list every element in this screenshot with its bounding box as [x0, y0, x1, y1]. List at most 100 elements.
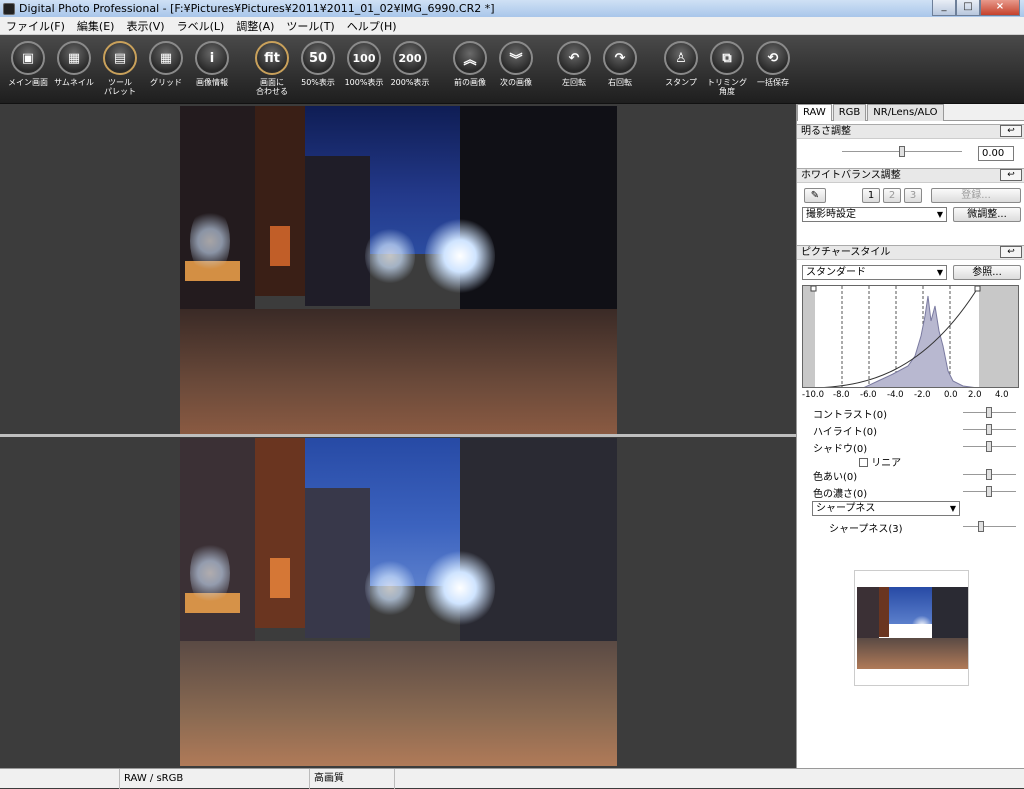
wb-mode-select[interactable]: 撮影時設定 ▼ [802, 207, 947, 222]
thumbnail-label: サムネイル [54, 78, 94, 87]
wb-slot-1-button[interactable]: 1 [862, 188, 880, 203]
highlight-slider[interactable] [963, 424, 1016, 435]
trim-angle-button[interactable]: ⧉ トリミング 角度 [701, 41, 753, 96]
chevron-down-icon: ▼ [936, 268, 943, 277]
stamp-label: スタンプ [665, 78, 697, 87]
zoom-50-icon: 50 [301, 41, 335, 75]
shadow-slider-thumb[interactable] [986, 441, 992, 452]
fit-icon: fit [255, 41, 289, 75]
white-balance-reset-button[interactable]: ↩ [1000, 169, 1022, 181]
batch-save-icon: ⟲ [756, 41, 790, 75]
saturation-slider-thumb[interactable] [986, 486, 992, 497]
eyedropper-button[interactable]: ✎ [804, 188, 826, 203]
maximize-button[interactable]: □ [956, 0, 980, 16]
building-right [460, 438, 617, 658]
menu-help[interactable]: ヘルプ(H) [341, 18, 403, 34]
picture-style-select[interactable]: スタンダード ▼ [802, 265, 947, 280]
wb-slot-3-button[interactable]: 3 [904, 188, 922, 203]
brightness-reset-button[interactable]: ↩ [1000, 125, 1022, 137]
menu-edit[interactable]: 編集(E) [71, 18, 121, 34]
adjusted-photo [180, 438, 617, 766]
tab-rgb[interactable]: RGB [832, 104, 867, 121]
tree-lights [365, 558, 415, 618]
contrast-slider[interactable] [963, 407, 1016, 418]
highlight-clip-area [979, 286, 1018, 387]
contrast-slider-thumb[interactable] [986, 407, 992, 418]
menu-tools[interactable]: ツール(T) [280, 18, 340, 34]
building-right [932, 587, 968, 645]
tree-lights [425, 216, 495, 296]
picture-style-browse-button[interactable]: 参照... [953, 265, 1021, 280]
menu-bar: ファイル(F) 編集(E) 表示(V) ラベル(L) 調整(A) ツール(T) … [0, 17, 1024, 35]
batch-save-button[interactable]: ⟲ 一括保存 [747, 41, 799, 87]
tab-raw[interactable]: RAW [797, 104, 832, 121]
tool-palette-icon: ▤ [103, 41, 137, 75]
navigator-preview[interactable] [854, 570, 969, 686]
menu-view[interactable]: 表示(V) [120, 18, 170, 34]
sharpness-slider-thumb[interactable] [978, 521, 984, 532]
wb-slot-2-button[interactable]: 2 [883, 188, 901, 203]
menu-file[interactable]: ファイル(F) [0, 18, 71, 34]
picture-style-reset-button[interactable]: ↩ [1000, 246, 1022, 258]
building-center [305, 488, 370, 638]
building-mid [255, 438, 305, 628]
saturation-slider[interactable] [963, 486, 1016, 497]
picture-style-value: スタンダード [806, 267, 866, 278]
menu-adjust[interactable]: 調整(A) [230, 18, 280, 34]
linear-checkbox[interactable] [859, 458, 868, 467]
sharpness-mode-select[interactable]: シャープネス ▼ [812, 501, 960, 516]
window-controls: _ □ × [932, 0, 1020, 16]
wb-register-button[interactable]: 登録... [931, 188, 1021, 203]
main-window-button[interactable]: ▣ メイン画面 [2, 41, 54, 87]
rotate-right-icon: ↷ [603, 41, 637, 75]
curve-handle-shadow[interactable] [810, 286, 817, 292]
building-mid [879, 587, 889, 637]
color-tone-slider-thumb[interactable] [986, 469, 992, 480]
tone-curve-histogram[interactable] [802, 285, 1019, 388]
menu-label[interactable]: ラベル(L) [171, 18, 231, 34]
close-button[interactable]: × [980, 0, 1020, 16]
shop-light [270, 558, 290, 598]
histogram-tick: -2.0 [914, 390, 931, 400]
fit-to-screen-button[interactable]: fit 画面に 合わせる [246, 41, 298, 96]
split-divider[interactable] [0, 434, 796, 437]
stamp-button[interactable]: ♙ スタンプ [655, 41, 707, 87]
thumbnail-button[interactable]: ▦ サムネイル [48, 41, 100, 87]
zoom-100-button[interactable]: 100 100%表示 [338, 41, 390, 87]
brightness-slider-thumb[interactable] [899, 146, 905, 157]
rotate-right-button[interactable]: ↷ 右回転 [594, 41, 646, 87]
image-info-button[interactable]: i 画像情報 [186, 41, 238, 87]
grid-icon: ▦ [149, 41, 183, 75]
histogram-tick: -8.0 [833, 390, 850, 400]
shop-light [270, 226, 290, 266]
tree-lights [425, 548, 495, 628]
title-bar: Digital Photo Professional - [F:¥Picture… [0, 0, 1024, 17]
next-image-button[interactable]: ︾ 次の画像 [490, 41, 542, 87]
grid-button[interactable]: ▦ グリッド [140, 41, 192, 87]
sharpness-slider[interactable] [963, 521, 1016, 532]
status-bar: RAW / sRGB 高画質 [0, 768, 1024, 789]
color-tone-slider[interactable] [963, 469, 1016, 480]
curve-handle-highlight[interactable] [974, 286, 981, 292]
histogram-graph [803, 286, 1018, 387]
previous-image-button[interactable]: ︽ 前の画像 [444, 41, 496, 87]
chevron-up-icon: ︽ [453, 41, 487, 75]
zoom-50-button[interactable]: 50 50%表示 [292, 41, 344, 87]
image-viewer[interactable] [0, 104, 796, 768]
ground [857, 637, 968, 669]
highlight-slider-thumb[interactable] [986, 424, 992, 435]
original-photo [180, 106, 617, 434]
wb-fine-tune-button[interactable]: 微調整... [953, 207, 1021, 222]
status-color-space: RAW / sRGB [120, 769, 310, 789]
zoom-200-button[interactable]: 200 200%表示 [384, 41, 436, 87]
tab-nr-lens-alo[interactable]: NR/Lens/ALO [867, 104, 944, 121]
brightness-slider[interactable] [842, 146, 962, 157]
rotate-left-button[interactable]: ↶ 左回転 [548, 41, 600, 87]
linear-checkbox-row[interactable]: リニア [859, 454, 901, 469]
brightness-value[interactable]: 0.00 [978, 146, 1014, 161]
shadow-label: シャドウ(0) [813, 444, 868, 455]
chevron-down-icon: ▼ [936, 210, 943, 219]
tool-palette-button[interactable]: ▤ ツール パレット [94, 41, 146, 96]
shadow-slider[interactable] [963, 441, 1016, 452]
minimize-button[interactable]: _ [932, 0, 956, 16]
